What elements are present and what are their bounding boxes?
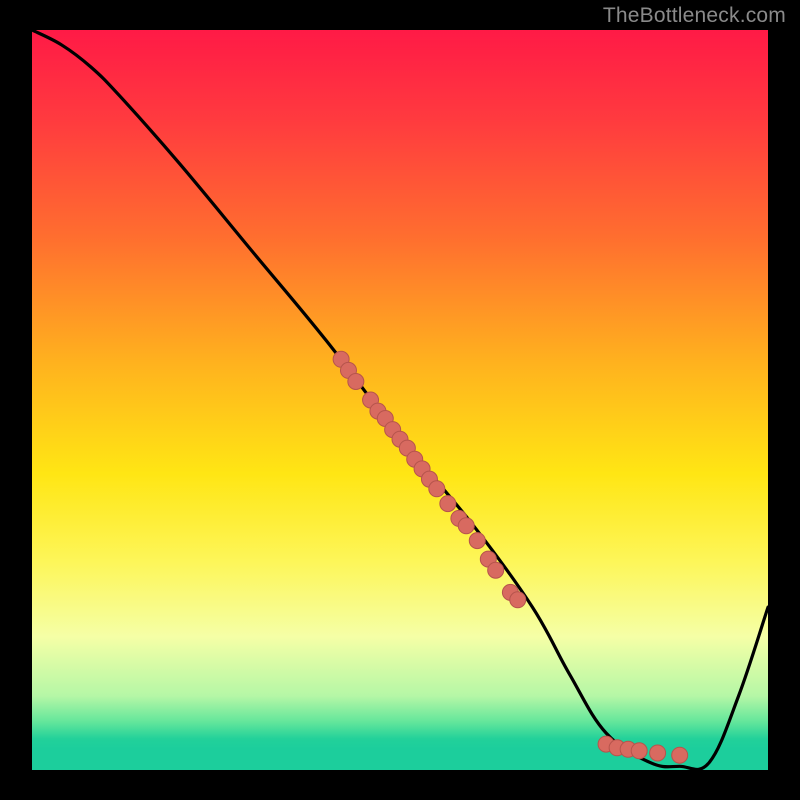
bottleneck-chart [0, 0, 800, 800]
marker-dot [510, 592, 526, 608]
marker-dot [631, 743, 647, 759]
watermark-text: TheBottleneck.com [603, 4, 786, 28]
marker-dot [488, 562, 504, 578]
chart-stage: TheBottleneck.com [0, 0, 800, 800]
marker-dot [458, 518, 474, 534]
marker-dot [469, 533, 485, 549]
marker-dot [429, 481, 445, 497]
marker-dot [650, 745, 666, 761]
marker-dot [440, 496, 456, 512]
marker-dot [672, 747, 688, 763]
marker-dot [348, 374, 364, 390]
plot-background [32, 30, 768, 770]
